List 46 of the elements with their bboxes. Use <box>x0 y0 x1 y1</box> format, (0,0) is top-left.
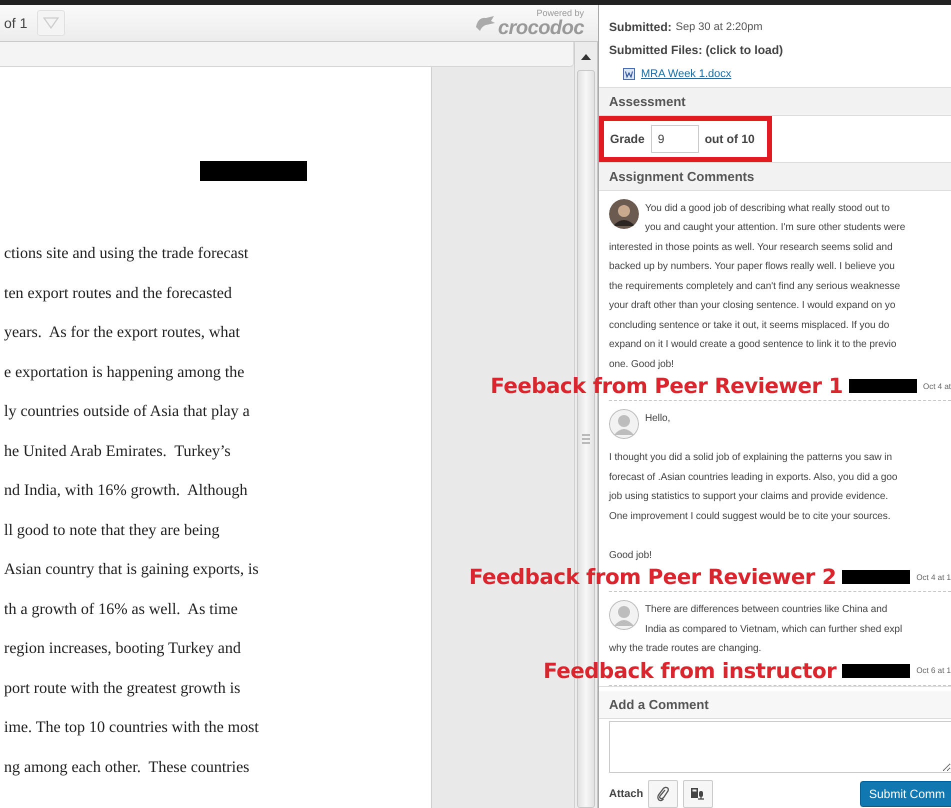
document-text-line: region increases, booting Turkey and <box>3 639 242 659</box>
comment-input[interactable] <box>609 720 951 774</box>
document-text-line: years. As for the export routes, what <box>3 323 241 343</box>
submitted-files-label: Submitted Files: (click to load) <box>609 42 784 56</box>
grade-out-of-text: out of 10 <box>704 132 755 146</box>
word-document-icon <box>623 68 635 80</box>
grip-lines-icon <box>582 434 590 444</box>
media-comment-button[interactable] <box>683 780 714 808</box>
assessment-header: Assessment <box>599 87 951 116</box>
submitted-label: Submitted: <box>609 20 672 34</box>
document-text-line: e exportation is happening among the <box>3 362 246 382</box>
submit-comment-button[interactable]: Submit Comm <box>860 780 951 807</box>
file-link[interactable]: MRA Week 1.docx <box>641 68 732 80</box>
document-text-line: ll good to note that they are being <box>3 520 220 540</box>
comment-text: There are differences between countries like China and India as compared to Vietnam, which can further shed expl why the trade routes are changing. <box>609 603 904 656</box>
document-text-line: ten export routes and the forecasted <box>3 284 233 304</box>
paperclip-icon <box>656 786 670 802</box>
media-recorder-icon <box>690 786 706 802</box>
document-text-line: he United Arab Emirates. Turkey’s <box>3 442 232 462</box>
grade-input[interactable]: 9 <box>650 124 699 153</box>
annotation-label: Feedback from instructor <box>543 658 836 683</box>
document-text-line: Asian country that is gaining exports, is <box>3 560 260 580</box>
attach-label: Attach <box>609 788 644 800</box>
attach-file-button[interactable] <box>648 780 678 808</box>
comments-header: Assignment Comments <box>599 162 951 191</box>
document-text-line: ime. The top 10 countries with the most <box>3 718 260 738</box>
triangle-down-icon <box>43 17 60 29</box>
document-text-line: ly countries outside of Asia that play a <box>3 402 251 422</box>
comment-text: Hello, I thought you did a solid job of explaining the patterns you saw in forecast of .Asian countries leading in exports. Also, you did a goo job using statistics to support your claims and provide evidence. One improvement I could suggest would be to cite your sources. Good job! <box>609 412 898 563</box>
comment-date: Oct 6 at 1 <box>916 666 951 676</box>
comment-text: You did a good job of describing what really stood out to you and caught your attention. I'm sure other students were interested in those points as well. Your research seems solid and backed up by numbers. Your paper flows really well. I believe you the requirements completely and can't find any serious weaknesse your draft other than your closing sentence. I would expand on yo concluding sentence or take it out, it seems misplaced. If you do expand on it I would create a good sentence to link it to the previo one. Good job! <box>609 202 906 372</box>
submitted-date: Sep 30 at 2:20pm <box>676 20 763 32</box>
document-text-line: nd India, with 16% growth. Although <box>3 481 249 501</box>
add-comment-header: Add a Comment <box>599 690 951 719</box>
annotation-label: Feedback from Peer Reviewer 2 <box>468 565 836 590</box>
document-text-line: port route with the greatest growth is <box>3 678 242 698</box>
document-text-line: ctions site and using the trade forecast <box>3 244 250 264</box>
annotation-label: Feeback from Peer Reviewer 1 <box>490 374 843 398</box>
brand-logo-text: crocodoc <box>498 18 584 38</box>
comment-date: Oct 4 at 1 <box>916 572 951 582</box>
grade-label: Grade <box>610 132 645 146</box>
page-count: of 1 <box>4 15 28 31</box>
document-text-line: th a growth of 16% as well. As time <box>3 600 239 620</box>
document-text-line: ng among each other. These countries <box>3 758 250 778</box>
powered-by-text: Powered by <box>536 8 584 18</box>
comment-date: Oct 4 at <box>922 382 951 391</box>
